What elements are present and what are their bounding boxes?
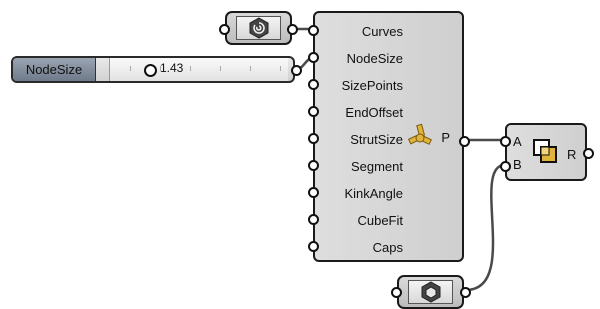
output-r-label[interactable]: R <box>567 147 576 162</box>
slider-track[interactable]: 1.43 <box>109 58 288 81</box>
mesh-param-input-grip[interactable] <box>391 287 402 298</box>
grip-cubefit[interactable] <box>308 214 319 225</box>
union-component[interactable]: A B R <box>505 123 587 181</box>
union-icon <box>533 139 557 163</box>
curve-param-input-grip[interactable] <box>219 24 230 35</box>
component-inputs: Curves NodeSize SizePoints EndOffset Str… <box>315 13 405 260</box>
slider-tick <box>280 66 281 71</box>
mesh-param-icon-frame <box>408 280 453 304</box>
grip-caps[interactable] <box>308 241 319 252</box>
curve-param-icon-frame <box>236 16 281 40</box>
canvas[interactable]: NodeSize 1.43 Curves NodeSize SizePoints… <box>0 0 600 309</box>
slider-tick <box>250 66 251 71</box>
input-strutsize[interactable]: StrutSize <box>350 132 405 147</box>
input-sizepoints[interactable]: SizePoints <box>342 78 405 93</box>
curve-param-output-grip[interactable] <box>287 24 298 35</box>
grip-output-r[interactable] <box>583 148 594 159</box>
input-b-label[interactable]: B <box>513 157 522 172</box>
grip-input-b[interactable] <box>500 161 511 172</box>
grip-kinkangle[interactable] <box>308 187 319 198</box>
input-nodesize[interactable]: NodeSize <box>347 51 405 66</box>
input-segment[interactable]: Segment <box>351 159 405 174</box>
grip-sizepoints[interactable] <box>308 79 319 90</box>
input-a-label[interactable]: A <box>513 134 522 149</box>
grip-output-p[interactable] <box>459 136 470 147</box>
grip-strutsize[interactable] <box>308 133 319 144</box>
mesh-param[interactable] <box>397 275 464 309</box>
input-cubefit[interactable]: CubeFit <box>357 213 405 228</box>
slider-knob[interactable] <box>144 64 157 77</box>
slider-value: 1.43 <box>160 61 184 75</box>
wire-mesh-to-b <box>465 163 506 292</box>
output-p[interactable]: P <box>441 130 450 145</box>
mesh-param-icon <box>421 281 440 303</box>
grip-nodesize[interactable] <box>308 52 319 63</box>
curve-param-icon <box>249 17 268 39</box>
slider-tick <box>190 66 191 71</box>
grip-segment[interactable] <box>308 160 319 171</box>
grip-curves[interactable] <box>308 25 319 36</box>
nodesize-slider[interactable]: NodeSize 1.43 <box>11 56 295 83</box>
input-caps[interactable]: Caps <box>373 240 405 255</box>
slider-tick <box>130 66 131 71</box>
input-curves[interactable]: Curves <box>362 24 405 39</box>
curve-param[interactable] <box>225 11 292 45</box>
grip-input-a[interactable] <box>500 136 511 147</box>
mesh-param-output-grip[interactable] <box>460 287 471 298</box>
input-kinkangle[interactable]: KinkAngle <box>344 186 405 201</box>
grip-endoffset[interactable] <box>308 106 319 117</box>
lattice-node-icon <box>407 123 432 145</box>
slider-output-grip[interactable] <box>291 65 302 76</box>
slider-tick <box>220 66 221 71</box>
input-endoffset[interactable]: EndOffset <box>345 105 405 120</box>
lattice-component[interactable]: Curves NodeSize SizePoints EndOffset Str… <box>313 11 464 262</box>
slider-label: NodeSize <box>13 58 96 81</box>
